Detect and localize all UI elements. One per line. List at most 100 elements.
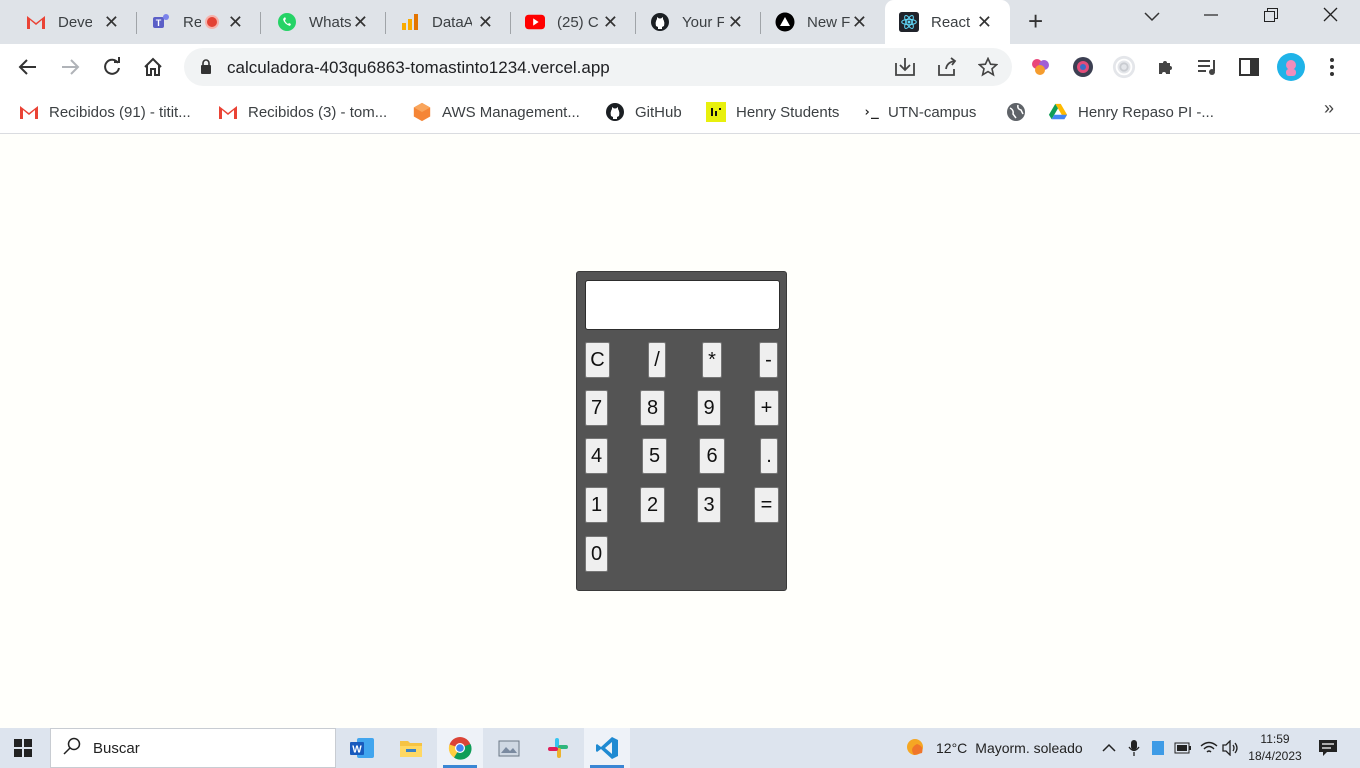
new-tab-button[interactable]: + [1028,8,1043,34]
media-controls-icon[interactable] [1196,55,1220,79]
calculator: C / * - 7 8 9 + 4 5 6 . 1 2 3 = 0 [576,271,787,591]
tab-youtube[interactable]: (25) C ✕ [511,0,636,44]
tab-react-active[interactable]: React ✕ [885,0,1010,44]
bookmark-henry-students[interactable]: Henry Students [706,100,839,124]
close-tab-icon[interactable]: ✕ [353,12,368,33]
key-equals[interactable]: = [754,487,779,523]
system-clock[interactable]: 11:59 18/4/2023 [1240,731,1310,765]
bookmark-github[interactable]: GitHub [605,100,682,124]
henry-icon [706,102,726,122]
bookmark-label: Recibidos (3) - tom... [248,103,388,121]
tab-github[interactable]: Your F ✕ [636,0,761,44]
key-1[interactable]: 1 [585,487,608,523]
gmail-icon [218,102,238,122]
tab-gmail[interactable]: Develo ✕ [0,0,137,44]
tab-search-icon[interactable] [1144,6,1160,27]
bookmark-label: UTN-campus [888,103,977,121]
bookmark-utn-campus[interactable]: ›_ UTN-campus [863,100,977,124]
vscode-icon[interactable] [584,728,630,768]
tab-whatsapp[interactable]: Whats ✕ [261,0,386,44]
bookmark-gmail-1[interactable]: Recibidos (91) - titit... [19,100,191,124]
restore-button[interactable] [1264,6,1278,27]
wifi-icon[interactable] [1200,728,1218,768]
url-text[interactable]: calculadora-403qu6863-tomastinto1234.ver… [227,58,610,78]
close-tab-icon[interactable]: ✕ [104,12,119,33]
tab-teams[interactable]: T Re ✕ [137,0,261,44]
key-2[interactable]: 2 [640,487,665,523]
tab-title: New F [807,13,851,31]
notifications-icon[interactable] [1318,728,1338,768]
profile-avatar[interactable] [1277,53,1305,81]
bookmark-aws[interactable]: AWS Management... [412,100,580,124]
file-explorer-icon[interactable] [388,728,434,768]
tab-dataanalytics[interactable]: DataAn ✕ [386,0,511,44]
bookmark-label: GitHub [635,103,682,121]
key-clear[interactable]: C [585,342,610,378]
close-tab-icon[interactable]: ✕ [852,12,867,33]
extension-camera-icon[interactable] [1071,55,1095,79]
key-8[interactable]: 8 [640,390,665,426]
battery-icon[interactable] [1174,728,1192,768]
tab-title: Whats [309,13,351,31]
install-app-icon[interactable] [894,57,916,82]
key-plus[interactable]: + [754,390,779,426]
key-9[interactable]: 9 [697,390,721,426]
close-tab-icon[interactable]: ✕ [728,12,743,33]
tab-title: (25) C [557,13,599,31]
key-minus[interactable]: - [759,342,778,378]
share-icon[interactable] [936,57,958,82]
key-6[interactable]: 6 [699,438,725,474]
close-tab-icon[interactable]: ✕ [478,12,493,33]
back-button[interactable] [16,55,40,79]
calculator-display[interactable] [585,280,780,330]
taskbar-search[interactable]: Buscar [50,728,336,768]
side-panel-icon[interactable] [1237,55,1261,79]
close-tab-icon[interactable]: ✕ [977,12,992,33]
microphone-icon[interactable] [1128,728,1140,768]
bookmark-star-icon[interactable] [977,56,999,82]
chrome-icon[interactable] [437,728,483,768]
extension-target-icon[interactable] [1112,55,1136,79]
browser-menu-icon[interactable] [1320,55,1344,79]
key-4[interactable]: 4 [585,438,608,474]
close-tab-icon[interactable]: ✕ [228,12,243,33]
address-bar[interactable]: calculadora-403qu6863-tomastinto1234.ver… [184,48,1012,86]
react-icon [899,12,919,32]
tab-title: Your F [682,13,724,31]
tab-strip: Develo ✕ T Re ✕ Whats ✕ DataAn ✕ (25) C … [0,0,1360,44]
forward-button[interactable] [58,55,82,79]
key-5[interactable]: 5 [642,438,667,474]
extensions-puzzle-icon[interactable] [1154,55,1178,79]
weather-widget[interactable]: 12°C Mayorm. soleado [904,728,1083,768]
lock-icon[interactable] [200,59,212,79]
key-3[interactable]: 3 [697,487,721,523]
gmail-icon [19,102,39,122]
volume-icon[interactable] [1222,728,1240,768]
clock-time: 11:59 [1260,732,1290,746]
bookmark-label: AWS Management... [442,103,580,121]
word-icon[interactable]: W [339,728,385,768]
tab-vercel[interactable]: New F ✕ [761,0,885,44]
minimize-button[interactable] [1204,6,1218,27]
image-viewer-icon[interactable] [486,728,532,768]
extension-colorful-icon[interactable] [1029,55,1053,79]
key-0[interactable]: 0 [585,536,608,572]
home-button[interactable] [141,55,165,79]
key-dot[interactable]: . [760,438,778,474]
key-7[interactable]: 7 [585,390,608,426]
show-hidden-icons-chevron-icon[interactable] [1102,728,1116,768]
slack-icon[interactable] [535,728,581,768]
bookmark-globe[interactable] [1006,100,1036,124]
bookmark-gmail-2[interactable]: Recibidos (3) - tom... [218,100,387,124]
key-multiply[interactable]: * [702,342,722,378]
more-bookmarks-button[interactable]: » [1324,98,1334,119]
tablet-icon[interactable] [1152,728,1164,768]
close-window-button[interactable] [1323,6,1338,27]
close-tab-icon[interactable]: ✕ [603,12,618,33]
bookmark-henry-repaso[interactable]: Henry Repaso PI -... [1048,100,1214,124]
svg-text:W: W [352,745,362,756]
reload-button[interactable] [100,55,124,79]
windows-start-icon[interactable] [0,728,46,768]
key-divide[interactable]: / [648,342,666,378]
search-placeholder: Buscar [93,739,140,757]
